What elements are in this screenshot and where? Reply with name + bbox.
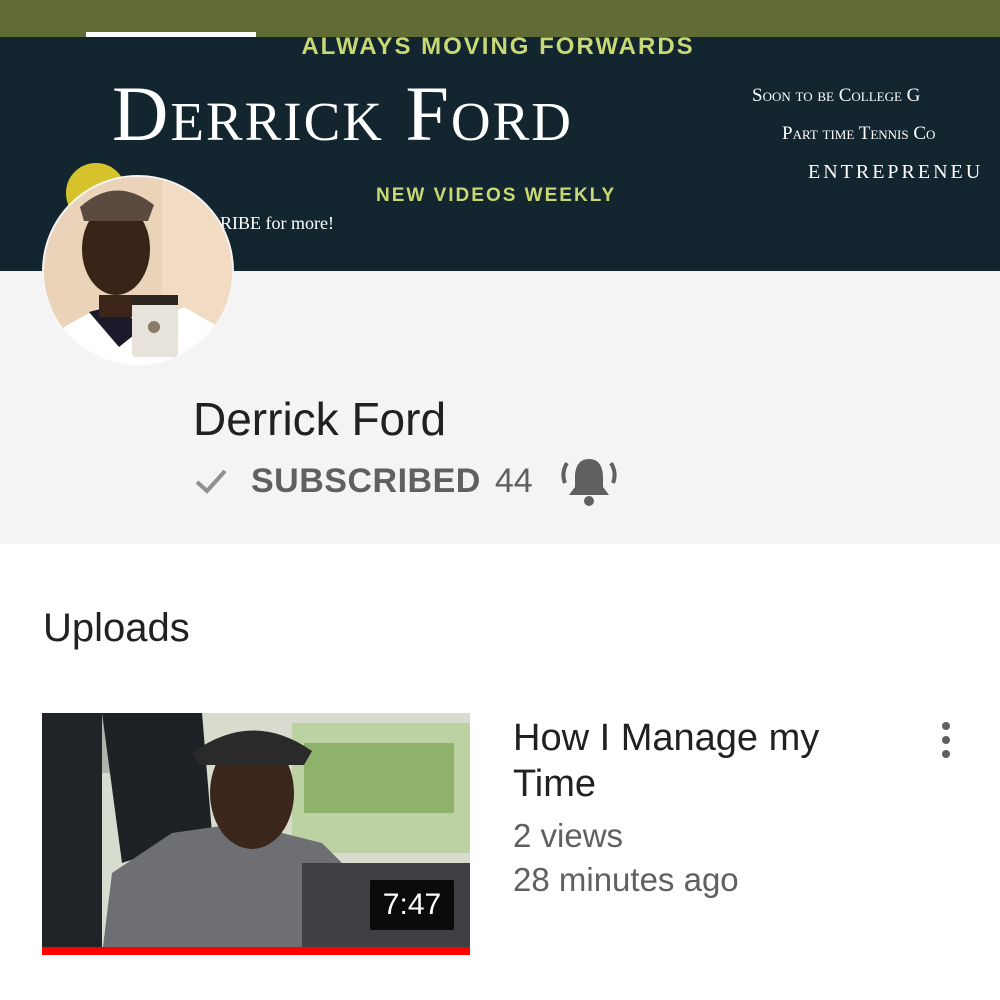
video-views: 2 views	[513, 817, 624, 854]
uploads-heading: Uploads	[43, 606, 190, 650]
subscribed-button[interactable]: SUBSCRIBED	[251, 462, 481, 501]
banner-line-1: Soon to be College G	[752, 85, 921, 106]
banner-subscribe-more: RIBE for more!	[220, 213, 334, 233]
banner-name: Derrick Ford	[112, 70, 574, 157]
subscriber-count: 44	[494, 461, 533, 500]
avatar-image	[44, 177, 232, 365]
banner-weekly: NEW VIDEOS WEEKLY	[376, 185, 617, 206]
video-age: 28 minutes ago	[513, 861, 739, 898]
check-icon	[195, 469, 227, 494]
channel-name: Derrick Ford	[193, 393, 447, 445]
bell-icon[interactable]	[557, 453, 621, 509]
avatar[interactable]	[42, 175, 234, 367]
subscription-row: SUBSCRIBED 44	[193, 456, 621, 506]
banner-tagline: ALWAYS MOVING FORWARDS	[301, 37, 695, 60]
watch-progress-bar	[42, 947, 470, 955]
more-vert-icon[interactable]	[930, 718, 962, 762]
video-meta: 2 views 28 minutes ago	[513, 814, 739, 902]
banner-right-text: Soon to be College G Part time Tennis Co…	[752, 77, 1000, 191]
video-duration: 7:47	[370, 880, 454, 930]
banner-line-2: Part time Tennis Co	[782, 123, 936, 144]
video-title[interactable]: How I Manage my Time	[513, 715, 893, 807]
banner-line-3: ENTREPRENEU	[808, 161, 984, 183]
